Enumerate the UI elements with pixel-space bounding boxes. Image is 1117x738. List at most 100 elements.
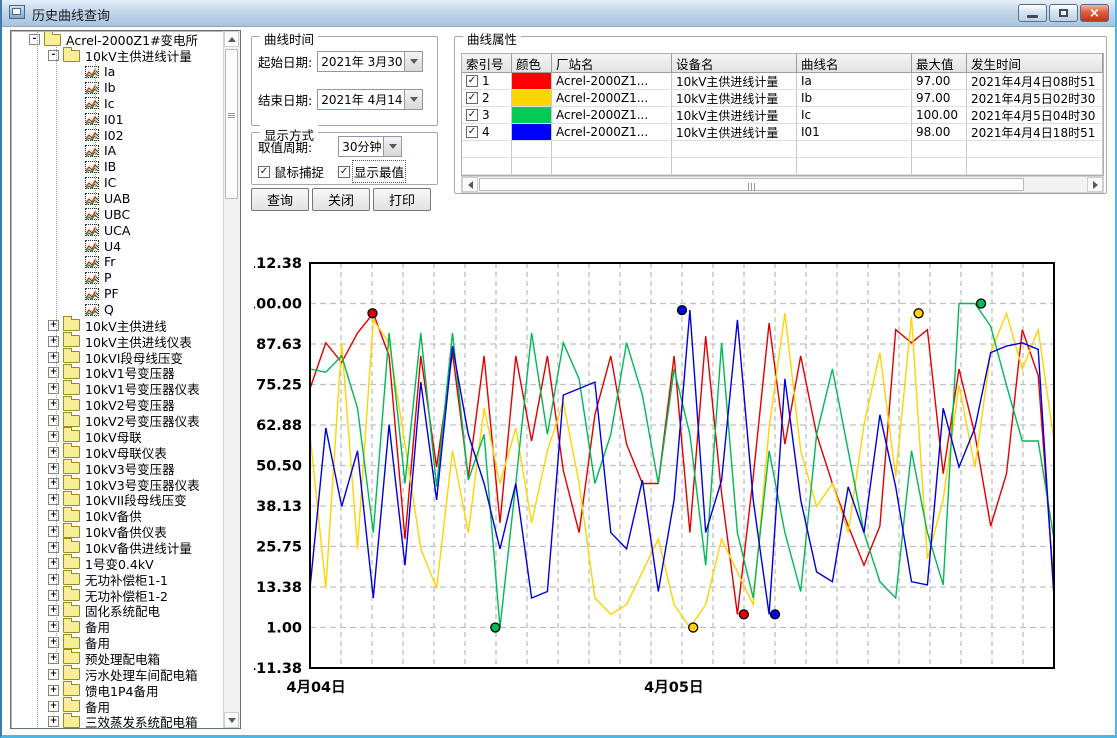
expand-icon[interactable]: + — [48, 494, 59, 505]
tree-item-curve-U4[interactable]: U4 — [11, 238, 224, 254]
tree-item-curve-IC[interactable]: IC — [11, 175, 224, 191]
expand-icon[interactable]: + — [48, 716, 59, 727]
minimize-button[interactable] — [1018, 4, 1047, 22]
show-extremes-checkbox[interactable]: ✓ 显示最值 — [338, 162, 404, 181]
column-header[interactable]: 发生时间 — [967, 54, 1103, 73]
table-row[interactable]: ✓1Acrel-2000Z1...10kV主供进线计量Ia97.002021年4… — [462, 73, 1103, 90]
empty-cell — [512, 158, 552, 175]
print-button[interactable]: 打印 — [373, 188, 431, 211]
table-row[interactable]: ✓2Acrel-2000Z1...10kV主供进线计量Ib97.002021年4… — [462, 90, 1103, 107]
table-row[interactable]: ✓4Acrel-2000Z1...10kV主供进线计量I0198.002021年… — [462, 124, 1103, 141]
row-color-cell — [512, 124, 552, 141]
query-button[interactable]: 查询 — [251, 188, 309, 211]
tree-item-curve-UCA[interactable]: UCA — [11, 222, 224, 238]
tree-item-metering-group[interactable]: -10kV主供进线计量 — [11, 48, 224, 64]
table-scrollbar-thumb[interactable] — [479, 178, 1024, 191]
expand-icon[interactable]: + — [48, 431, 59, 442]
expand-icon[interactable]: + — [48, 605, 59, 616]
scroll-right-button[interactable] — [1087, 177, 1103, 192]
expand-icon[interactable]: + — [48, 510, 59, 521]
tree-item-curve-I01[interactable]: I01 — [11, 111, 224, 127]
empty-cell — [552, 141, 672, 158]
expand-icon[interactable]: + — [48, 542, 59, 553]
collapse-icon[interactable]: - — [48, 50, 59, 61]
column-header[interactable]: 颜色 — [512, 54, 552, 73]
expand-icon[interactable]: + — [48, 637, 59, 648]
tree-item-curve-Ib[interactable]: Ib — [11, 80, 224, 96]
tree-item-folder[interactable]: +备用 — [11, 619, 224, 635]
expand-icon[interactable]: + — [48, 320, 59, 331]
row-index-cell[interactable]: ✓4 — [462, 124, 512, 141]
expand-icon[interactable]: + — [48, 399, 59, 410]
expand-icon[interactable]: + — [48, 621, 59, 632]
tree-item-curve-IB[interactable]: IB — [11, 159, 224, 175]
empty-cell — [512, 141, 552, 158]
scroll-left-button[interactable] — [462, 177, 478, 192]
expand-icon[interactable]: + — [48, 352, 59, 363]
tree-item-curve-Fr[interactable]: Fr — [11, 254, 224, 270]
start-date-combo[interactable]: 2021年 3月30 — [317, 51, 423, 72]
tree-item-curve-Ic[interactable]: Ic — [11, 95, 224, 111]
tree-item-curve-P[interactable]: P — [11, 270, 224, 286]
row-index-cell[interactable]: ✓3 — [462, 107, 512, 124]
row-checkbox[interactable]: ✓ — [466, 75, 478, 87]
period-combo[interactable]: 30分钟 — [338, 136, 402, 157]
tree-item-curve-PF[interactable]: PF — [11, 286, 224, 302]
restore-button[interactable] — [1049, 4, 1078, 22]
folder-icon — [63, 652, 80, 664]
row-index-cell[interactable]: ✓1 — [462, 73, 512, 90]
tree-item-curve-IA[interactable]: IA — [11, 143, 224, 159]
scroll-up-button[interactable] — [224, 31, 239, 47]
tree-item-curve-UBC[interactable]: UBC — [11, 206, 224, 222]
title-bar[interactable]: 历史曲线查询 × — [2, 0, 1115, 27]
column-header[interactable]: 最大值 — [912, 54, 967, 73]
table-horizontal-scrollbar[interactable] — [461, 176, 1104, 193]
end-date-dropdown-button[interactable] — [404, 90, 422, 109]
expand-icon[interactable]: + — [48, 653, 59, 664]
expand-icon[interactable]: + — [48, 478, 59, 489]
expand-icon[interactable]: + — [48, 701, 59, 712]
tree-item-label: UCA — [104, 223, 130, 238]
start-date-dropdown-button[interactable] — [404, 52, 422, 71]
expand-icon[interactable]: + — [48, 367, 59, 378]
tree-scrollbar-thumb[interactable] — [225, 49, 238, 199]
tree-item-curve-UAB[interactable]: UAB — [11, 191, 224, 207]
close-button[interactable]: × — [1080, 4, 1109, 22]
expand-icon[interactable]: + — [48, 590, 59, 601]
column-header[interactable]: 曲线名 — [797, 54, 912, 73]
expand-icon[interactable]: + — [48, 558, 59, 569]
row-checkbox[interactable]: ✓ — [466, 126, 478, 138]
expand-icon[interactable]: + — [48, 669, 59, 680]
tree-item-folder[interactable]: +馈电1P4备用 — [11, 682, 224, 698]
row-index-cell[interactable]: ✓2 — [462, 90, 512, 107]
folder-icon — [63, 50, 80, 62]
expand-icon[interactable]: + — [48, 526, 59, 537]
row-checkbox[interactable]: ✓ — [466, 92, 478, 104]
svg-text:1.00: 1.00 — [266, 620, 302, 636]
tree-item-label: Fr — [104, 254, 115, 269]
expand-icon[interactable]: + — [48, 463, 59, 474]
column-header[interactable]: 设备名 — [672, 54, 797, 73]
period-dropdown-button[interactable] — [383, 137, 401, 156]
tree-item-curve-Ia[interactable]: Ia — [11, 64, 224, 80]
end-date-combo[interactable]: 2021年 4月14 — [317, 89, 423, 110]
collapse-icon[interactable]: - — [29, 34, 40, 45]
tree-item-folder[interactable]: +固化系统配电 — [11, 603, 224, 619]
expand-icon[interactable]: + — [48, 383, 59, 394]
mouse-capture-checkbox[interactable]: ✓ 鼠标捕捉 — [258, 162, 324, 181]
tree-item-folder[interactable]: +三效蒸发系统配电箱 — [11, 714, 224, 728]
expand-icon[interactable]: + — [48, 574, 59, 585]
close-dialog-button[interactable]: 关闭 — [312, 188, 370, 211]
tree-item-curve-I02[interactable]: I02 — [11, 127, 224, 143]
row-checkbox[interactable]: ✓ — [466, 109, 478, 121]
expand-icon[interactable]: + — [48, 415, 59, 426]
expand-icon[interactable]: + — [48, 685, 59, 696]
expand-icon[interactable]: + — [48, 336, 59, 347]
expand-icon[interactable]: + — [48, 447, 59, 458]
table-row[interactable]: ✓3Acrel-2000Z1...10kV主供进线计量Ic100.002021年… — [462, 107, 1103, 124]
tree-vertical-scrollbar[interactable] — [223, 31, 240, 728]
column-header[interactable]: 厂站名 — [552, 54, 672, 73]
occur-time-cell: 2021年4月4日18时51 — [967, 124, 1103, 141]
column-header[interactable]: 索引号 — [462, 54, 512, 73]
scroll-down-button[interactable] — [224, 712, 239, 728]
